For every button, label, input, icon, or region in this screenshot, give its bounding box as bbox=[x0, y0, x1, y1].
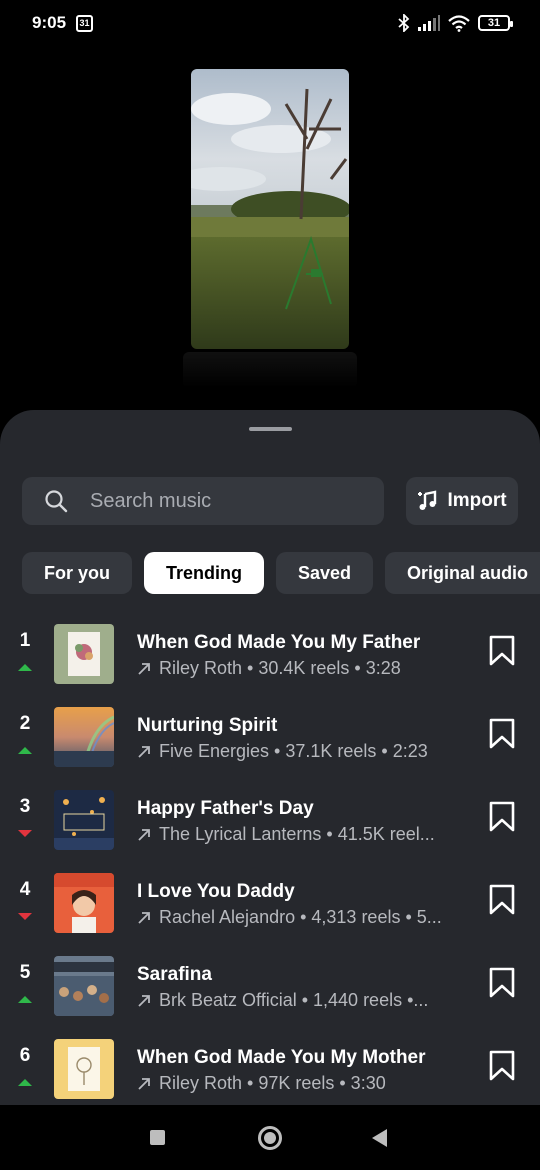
signal-icon bbox=[418, 15, 440, 31]
track-rank: 6 bbox=[19, 1045, 31, 1066]
track-meta: Five Energies • 37.1K reels • 2:23 bbox=[137, 741, 470, 762]
track-title: Happy Father's Day bbox=[137, 798, 314, 819]
track-rank: 4 bbox=[19, 879, 31, 900]
music-sheet: Search music Import For you Trending Sav… bbox=[0, 410, 540, 1110]
clock: 9:05 bbox=[32, 13, 67, 32]
tab-original-audio[interactable]: Original audio bbox=[385, 552, 540, 594]
bookmark-icon[interactable] bbox=[488, 801, 516, 833]
bookmark-icon[interactable] bbox=[488, 884, 516, 916]
search-placeholder: Search music bbox=[90, 489, 212, 512]
track-row[interactable]: 2 Nurturing Spirit Five Energies • 37.1K… bbox=[0, 701, 540, 784]
track-meta-text: Riley Roth • 30.4K reels • 3:28 bbox=[159, 658, 401, 678]
wifi-icon bbox=[448, 14, 470, 32]
trending-arrow-icon bbox=[138, 745, 150, 758]
album-art bbox=[54, 624, 114, 684]
tab-for-you[interactable]: For you bbox=[22, 552, 132, 594]
bookmark-icon[interactable] bbox=[488, 635, 516, 667]
track-meta: Riley Roth • 97K reels • 3:30 bbox=[137, 1073, 470, 1094]
track-title: When God Made You My Mother bbox=[137, 1047, 426, 1068]
track-title: Sarafina bbox=[137, 964, 212, 985]
preview-reflection bbox=[183, 352, 357, 388]
status-bar: 9:05 31 31 bbox=[0, 0, 540, 46]
album-art bbox=[54, 707, 114, 767]
track-title: Nurturing Spirit bbox=[137, 715, 278, 736]
back-button[interactable] bbox=[372, 1129, 387, 1147]
track-meta-text: Rachel Alejandro • 4,313 reels • 5... bbox=[159, 907, 442, 927]
tab-trending[interactable]: Trending bbox=[144, 552, 264, 594]
track-row[interactable]: 1 When God Made You My Father Riley Roth… bbox=[0, 618, 540, 701]
search-input[interactable]: Search music bbox=[22, 477, 384, 525]
track-meta-text: The Lyrical Lanterns • 41.5K reel... bbox=[159, 824, 435, 844]
track-meta: Riley Roth • 30.4K reels • 3:28 bbox=[137, 658, 470, 679]
track-row[interactable]: 3 Happy Father's Day The Lyrical Lantern… bbox=[0, 784, 540, 867]
track-meta-text: Riley Roth • 97K reels • 3:30 bbox=[159, 1073, 386, 1093]
home-button[interactable] bbox=[258, 1126, 282, 1150]
track-meta: Rachel Alejandro • 4,313 reels • 5... bbox=[137, 907, 470, 928]
album-art bbox=[54, 956, 114, 1016]
track-meta-text: Brk Beatz Official • 1,440 reels •... bbox=[159, 990, 429, 1010]
drag-handle[interactable] bbox=[249, 427, 292, 431]
track-rank: 2 bbox=[19, 713, 31, 734]
track-title: When God Made You My Father bbox=[137, 632, 421, 653]
trend-up-icon bbox=[18, 1079, 32, 1086]
track-rank: 3 bbox=[19, 796, 31, 817]
trending-arrow-icon bbox=[138, 828, 150, 841]
track-meta: Brk Beatz Official • 1,440 reels •... bbox=[137, 990, 470, 1011]
calendar-icon: 31 bbox=[76, 14, 94, 32]
album-art bbox=[54, 873, 114, 933]
track-rank: 5 bbox=[19, 962, 31, 983]
reel-preview[interactable] bbox=[191, 69, 349, 349]
album-art bbox=[54, 790, 114, 850]
trending-arrow-icon bbox=[138, 994, 150, 1007]
trending-arrow-icon bbox=[138, 1077, 150, 1090]
system-nav-bar bbox=[0, 1105, 540, 1170]
album-art bbox=[54, 1039, 114, 1099]
import-button[interactable]: Import bbox=[406, 477, 518, 525]
trend-up-icon bbox=[18, 664, 32, 671]
recents-button[interactable] bbox=[150, 1130, 165, 1145]
tab-bar: For you Trending Saved Original audio bbox=[22, 552, 540, 594]
music-note-plus-icon bbox=[418, 490, 437, 510]
trending-arrow-icon bbox=[138, 911, 150, 924]
track-meta-text: Five Energies • 37.1K reels • 2:23 bbox=[159, 741, 428, 761]
track-meta: The Lyrical Lanterns • 41.5K reel... bbox=[137, 824, 470, 845]
tab-saved[interactable]: Saved bbox=[276, 552, 374, 594]
trend-up-icon bbox=[18, 747, 32, 754]
track-row[interactable]: 5 Sarafina Brk Beatz Official • 1,440 re… bbox=[0, 950, 540, 1033]
bookmark-icon[interactable] bbox=[488, 967, 516, 999]
trend-up-icon bbox=[18, 996, 32, 1003]
trend-down-icon bbox=[18, 830, 32, 837]
track-row[interactable]: 4 I Love You Daddy Rachel Alejandro • 4,… bbox=[0, 867, 540, 950]
bookmark-icon[interactable] bbox=[488, 1050, 516, 1082]
track-title: I Love You Daddy bbox=[137, 881, 295, 902]
import-label: Import bbox=[447, 490, 507, 511]
preview-image bbox=[191, 69, 349, 349]
trend-down-icon bbox=[18, 913, 32, 920]
track-row[interactable]: 6 When God Made You My Mother Riley Roth… bbox=[0, 1033, 540, 1116]
bookmark-icon[interactable] bbox=[488, 718, 516, 750]
track-list: 1 When God Made You My Father Riley Roth… bbox=[0, 618, 540, 1116]
status-left: 9:05 31 bbox=[32, 13, 94, 33]
track-rank: 1 bbox=[19, 630, 31, 651]
bluetooth-icon bbox=[398, 14, 410, 32]
search-icon bbox=[45, 490, 68, 513]
status-right: 31 bbox=[398, 14, 513, 32]
battery-icon: 31 bbox=[478, 15, 513, 31]
trending-arrow-icon bbox=[138, 662, 150, 675]
